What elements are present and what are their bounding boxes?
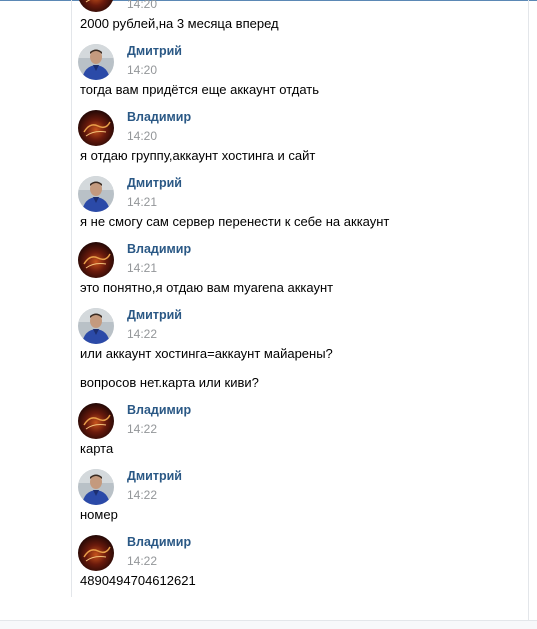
message-time: 14:20 [127, 129, 158, 143]
avatar-vladimir[interactable] [78, 110, 114, 146]
author-link[interactable]: Владимир [127, 241, 191, 257]
author-link[interactable]: Владимир [127, 534, 191, 550]
avatar-vladimir[interactable] [78, 242, 114, 278]
message-text: я отдаю группу,аккаунт хостинга и сайт [80, 148, 316, 163]
message-text: номер [80, 507, 118, 522]
author-link[interactable]: Владимир [127, 109, 191, 125]
message-time: 14:22 [127, 554, 158, 568]
message-text: вопросов нет.карта или киви? [80, 375, 259, 390]
message-time: 14:20 [127, 0, 158, 11]
message-time: 14:22 [127, 327, 158, 341]
avatar-dmitry[interactable] [78, 176, 114, 212]
avatar-vladimir[interactable] [78, 535, 114, 571]
message-text: это понятно,я отдаю вам myarena аккаунт [80, 280, 334, 295]
avatar-dmitry[interactable] [78, 469, 114, 505]
author-link[interactable]: Дмитрий [127, 307, 182, 323]
message-time: 14:20 [127, 63, 158, 77]
message-time: 14:21 [127, 195, 158, 209]
message-text: 4890494704612621 [80, 573, 196, 588]
author-link[interactable]: Дмитрий [127, 175, 182, 191]
message-text: я не смогу сам сервер перенести к себе н… [80, 214, 390, 229]
chat-window: 14:20 2000 рублей,на 3 месяца вперед Дми… [0, 0, 537, 629]
avatar-dmitry[interactable] [78, 44, 114, 80]
message-time: 14:22 [127, 488, 158, 502]
message-text: или аккаунт хостинга=аккаунт майарены? [80, 346, 333, 361]
message-time: 14:21 [127, 261, 158, 275]
message-time: 14:22 [127, 422, 158, 436]
chat-right-border [528, 0, 529, 620]
chat-left-border [71, 0, 72, 597]
message-text: 2000 рублей,на 3 месяца вперед [80, 16, 279, 31]
author-link[interactable]: Владимир [127, 402, 191, 418]
message-text: тогда вам придётся еще аккаунт отдать [80, 82, 320, 97]
author-link[interactable]: Дмитрий [127, 468, 182, 484]
compose-area [0, 621, 537, 629]
avatar-vladimir[interactable] [78, 403, 114, 439]
message-text: карта [80, 441, 114, 456]
avatar-vladimir[interactable] [78, 0, 114, 12]
author-link[interactable]: Дмитрий [127, 43, 182, 59]
avatar-dmitry[interactable] [78, 308, 114, 344]
